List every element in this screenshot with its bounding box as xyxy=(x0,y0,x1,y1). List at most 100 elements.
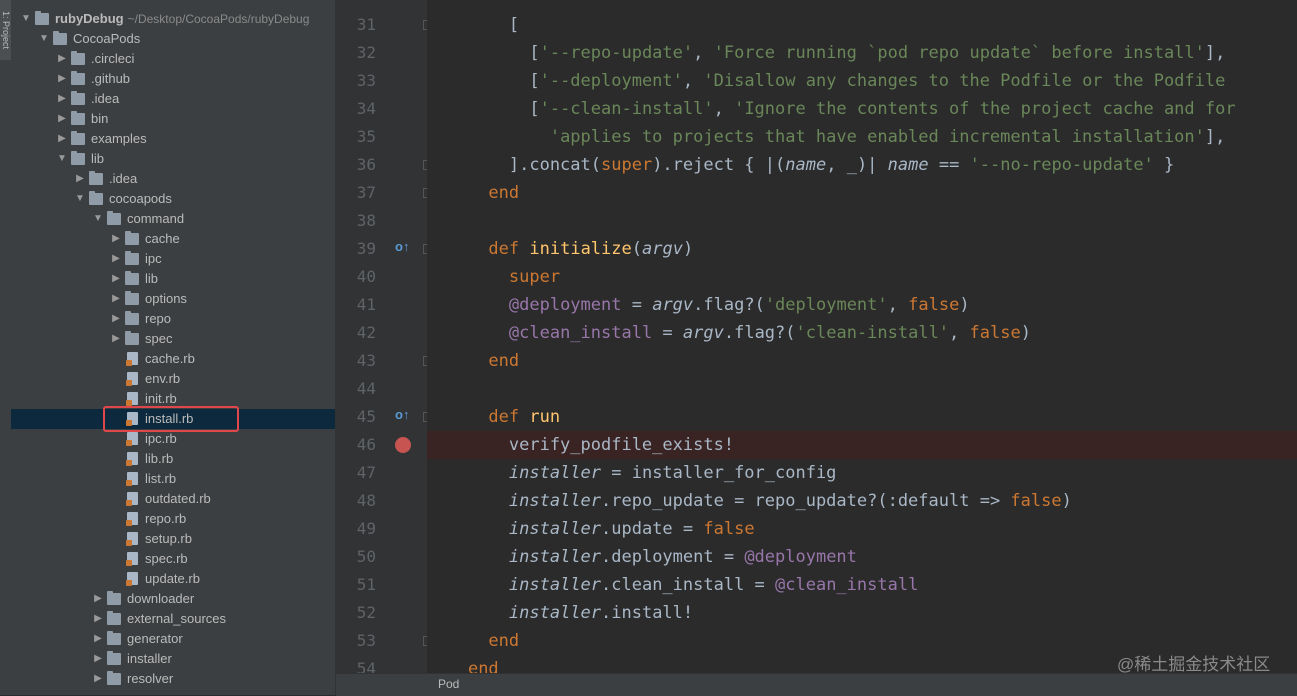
chevron-down-icon[interactable]: ▼ xyxy=(57,149,67,169)
code-line[interactable]: installer.repo_update = repo_update?(:de… xyxy=(427,487,1297,515)
chevron-right-icon[interactable]: ▶ xyxy=(93,669,103,689)
code-line[interactable] xyxy=(427,207,1297,235)
line-number[interactable]: 45 xyxy=(336,403,376,431)
project-tool-tab[interactable]: 1: Project xyxy=(0,0,11,60)
chevron-right-icon[interactable]: ▶ xyxy=(93,609,103,629)
chevron-down-icon[interactable]: ▼ xyxy=(93,209,103,229)
line-number[interactable]: 39 xyxy=(336,235,376,263)
line-number[interactable]: 32 xyxy=(336,39,376,67)
chevron-right-icon[interactable]: ▶ xyxy=(57,49,67,69)
code-line[interactable]: installer = installer_for_config xyxy=(427,459,1297,487)
line-number[interactable]: 53 xyxy=(336,627,376,655)
tree-row[interactable]: ▶ resolver xyxy=(11,669,335,689)
tree-root-row[interactable]: ▼ rubyDebug ~/Desktop/CocoaPods/rubyDebug xyxy=(11,9,335,29)
line-number[interactable]: 49 xyxy=(336,515,376,543)
tree-row[interactable]: ▼ command xyxy=(11,209,335,229)
code-line[interactable]: ['--repo-update', 'Force running `pod re… xyxy=(427,39,1297,67)
tree-row[interactable]: ipc.rb xyxy=(11,429,335,449)
tree-row[interactable]: list.rb xyxy=(11,469,335,489)
override-method-icon[interactable]: o↑ xyxy=(395,239,409,254)
tree-row[interactable]: env.rb xyxy=(11,369,335,389)
chevron-right-icon[interactable]: ▶ xyxy=(111,229,121,249)
code-line[interactable]: def initialize(argv) xyxy=(427,235,1297,263)
tree-row[interactable]: outdated.rb xyxy=(11,489,335,509)
tree-row[interactable]: update.rb xyxy=(11,569,335,589)
chevron-right-icon[interactable]: ▶ xyxy=(57,109,67,129)
tree-row[interactable]: ▶ ipc xyxy=(11,249,335,269)
line-number[interactable]: 38 xyxy=(336,207,376,235)
tree-row[interactable]: ▶ repo xyxy=(11,309,335,329)
line-number[interactable]: 41 xyxy=(336,291,376,319)
chevron-right-icon[interactable]: ▶ xyxy=(93,649,103,669)
tree-row[interactable]: ▶ generator xyxy=(11,629,335,649)
tree-row[interactable]: ▶ downloader xyxy=(11,589,335,609)
line-number[interactable]: 37 xyxy=(336,179,376,207)
tree-row[interactable]: ▶ bin xyxy=(11,109,335,129)
chevron-right-icon[interactable]: ▶ xyxy=(111,329,121,349)
chevron-right-icon[interactable]: ▶ xyxy=(57,89,67,109)
code-line[interactable]: ].concat(super).reject { |(name, _)| nam… xyxy=(427,151,1297,179)
tree-row[interactable]: ▶ installer xyxy=(11,649,335,669)
chevron-right-icon[interactable]: ▶ xyxy=(111,289,121,309)
tree-row[interactable]: ▶ examples xyxy=(11,129,335,149)
code-line[interactable]: verify_podfile_exists! xyxy=(427,431,1297,459)
chevron-right-icon[interactable]: ▶ xyxy=(111,249,121,269)
code-line[interactable]: end xyxy=(427,179,1297,207)
tree-row[interactable]: ▶ cache xyxy=(11,229,335,249)
tree-row[interactable]: ▶ .idea xyxy=(11,89,335,109)
line-number[interactable]: 43 xyxy=(336,347,376,375)
line-number[interactable]: 35 xyxy=(336,123,376,151)
tree-row[interactable]: lib.rb xyxy=(11,449,335,469)
code-line[interactable]: super xyxy=(427,263,1297,291)
line-number[interactable]: 46 xyxy=(336,431,376,459)
tree-row[interactable]: ▶ external_sources xyxy=(11,609,335,629)
code-line[interactable]: ['--clean-install', 'Ignore the contents… xyxy=(427,95,1297,123)
code-line[interactable]: @clean_install = argv.flag?('clean-insta… xyxy=(427,319,1297,347)
tree-row[interactable]: ▼ CocoaPods xyxy=(11,29,335,49)
override-method-icon[interactable]: o↑ xyxy=(395,407,409,422)
tree-row[interactable]: setup.rb xyxy=(11,529,335,549)
code-line[interactable]: def run xyxy=(427,403,1297,431)
tree-row[interactable]: cache.rb xyxy=(11,349,335,369)
line-number[interactable]: 34 xyxy=(336,95,376,123)
code-line[interactable]: 'applies to projects that have enabled i… xyxy=(427,123,1297,151)
line-number[interactable]: 48 xyxy=(336,487,376,515)
chevron-right-icon[interactable]: ▶ xyxy=(93,589,103,609)
tree-row[interactable]: ▶ .github xyxy=(11,69,335,89)
code-line[interactable]: end xyxy=(427,347,1297,375)
line-number[interactable]: 47 xyxy=(336,459,376,487)
chevron-down-icon[interactable]: ▼ xyxy=(39,29,49,49)
tree-row[interactable]: ▶ .idea xyxy=(11,169,335,189)
tree-row[interactable]: ▶ .circleci xyxy=(11,49,335,69)
chevron-right-icon[interactable]: ▶ xyxy=(93,629,103,649)
line-number[interactable]: 33 xyxy=(336,67,376,95)
code-line[interactable]: installer.deployment = @deployment xyxy=(427,543,1297,571)
chevron-right-icon[interactable]: ▶ xyxy=(111,309,121,329)
chevron-right-icon[interactable]: ▶ xyxy=(57,129,67,149)
chevron-right-icon[interactable]: ▶ xyxy=(111,269,121,289)
code-line[interactable]: [ xyxy=(427,11,1297,39)
code-line[interactable] xyxy=(427,375,1297,403)
tree-row[interactable]: spec.rb xyxy=(11,549,335,569)
line-number[interactable]: 51 xyxy=(336,571,376,599)
line-number[interactable]: 42 xyxy=(336,319,376,347)
code-line[interactable]: installer.install! xyxy=(427,599,1297,627)
chevron-right-icon[interactable]: ▶ xyxy=(57,69,67,89)
tree-row[interactable]: ▶ spec xyxy=(11,329,335,349)
code-line[interactable]: ['--deployment', 'Disallow any changes t… xyxy=(427,67,1297,95)
code-line[interactable]: installer.update = false xyxy=(427,515,1297,543)
line-number[interactable]: 36 xyxy=(336,151,376,179)
tree-row[interactable]: ▶ lib xyxy=(11,269,335,289)
chevron-down-icon[interactable]: ▼ xyxy=(21,9,31,29)
tree-row[interactable]: ▼ lib xyxy=(11,149,335,169)
tree-row[interactable]: ▼ cocoapods xyxy=(11,189,335,209)
line-number[interactable]: 52 xyxy=(336,599,376,627)
line-number[interactable]: 50 xyxy=(336,543,376,571)
tree-row[interactable]: repo.rb xyxy=(11,509,335,529)
code-editor[interactable]: [ ['--repo-update', 'Force running `pod … xyxy=(427,0,1297,673)
tree-row[interactable]: ▶ options xyxy=(11,289,335,309)
chevron-right-icon[interactable]: ▶ xyxy=(75,169,85,189)
line-number[interactable]: 31 xyxy=(336,11,376,39)
code-line[interactable]: installer.clean_install = @clean_install xyxy=(427,571,1297,599)
line-number[interactable]: 44 xyxy=(336,375,376,403)
